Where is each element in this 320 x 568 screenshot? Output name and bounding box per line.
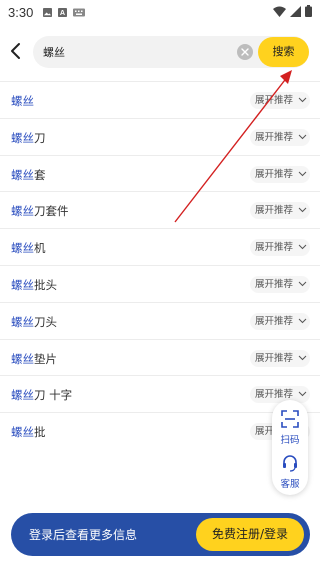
list-item-label: 螺丝机 xyxy=(11,241,46,256)
list-item-label: 螺丝垫片 xyxy=(11,351,57,366)
chevron-down-icon xyxy=(298,281,307,287)
scan-icon xyxy=(281,410,299,428)
list-item-label: 螺丝套 xyxy=(11,167,46,182)
list-item[interactable]: 螺丝刀 展开推荐 xyxy=(0,117,320,155)
chevron-down-icon xyxy=(298,318,307,323)
suggestion-list: 螺丝 展开推荐 螺丝刀 展开推荐 螺丝套 展开推荐 螺丝刀套件 展开推荐 螺丝机… xyxy=(0,81,320,449)
keyboard-icon xyxy=(73,8,86,16)
expand-recommend-button[interactable]: 展开推荐 xyxy=(250,312,310,330)
list-item[interactable]: 螺丝垫片 展开推荐 xyxy=(0,338,320,376)
list-item[interactable]: 螺丝套 展开推荐 xyxy=(0,154,320,192)
a-icon: A xyxy=(58,7,68,17)
chevron-down-icon xyxy=(298,134,307,140)
headset-icon xyxy=(283,455,297,472)
chevron-down-icon xyxy=(298,208,307,213)
battery-icon xyxy=(305,5,312,17)
chevron-down-icon xyxy=(298,392,307,397)
list-item-label: 螺丝批头 xyxy=(11,277,57,292)
list-item-label: 螺丝刀 十字 xyxy=(11,388,73,403)
list-item-label: 螺丝刀 xyxy=(11,130,46,145)
expand-recommend-button[interactable]: 展开推荐 xyxy=(250,275,310,293)
list-item[interactable]: 螺丝机 展开推荐 xyxy=(0,228,320,265)
svg-text:A: A xyxy=(60,8,65,17)
scan-button[interactable]: 扫码 xyxy=(272,404,308,448)
list-item-label: 螺丝刀头 xyxy=(11,314,57,329)
expand-recommend-button[interactable]: 展开推荐 xyxy=(250,202,310,220)
scan-label: 扫码 xyxy=(280,435,300,446)
status-bar: 3:30 A xyxy=(0,0,320,24)
list-item[interactable]: 螺丝刀套件 展开推荐 xyxy=(0,191,320,228)
search-header: 搜索 xyxy=(0,30,320,74)
expand-recommend-button[interactable]: 展开推荐 xyxy=(250,92,310,109)
search-input[interactable] xyxy=(43,42,233,62)
image-icon xyxy=(43,7,53,17)
signal-icon xyxy=(290,5,301,17)
clear-icon[interactable] xyxy=(237,44,253,60)
search-button[interactable]: 搜索 xyxy=(258,37,309,67)
list-item[interactable]: 螺丝刀头 展开推荐 xyxy=(0,301,320,339)
expand-recommend-button[interactable]: 展开推荐 xyxy=(250,239,310,257)
status-time: 3:30 xyxy=(8,4,34,20)
service-label: 客服 xyxy=(280,479,300,490)
customer-service-button[interactable]: 客服 xyxy=(272,448,308,492)
search-box[interactable]: 搜索 xyxy=(33,36,309,68)
expand-recommend-button[interactable]: 展开推荐 xyxy=(250,386,310,404)
chevron-down-icon xyxy=(298,97,307,103)
login-prompt-text: 登录后查看更多信息 xyxy=(29,528,138,542)
list-item[interactable]: 螺丝批头 展开推荐 xyxy=(0,264,320,302)
expand-recommend-button[interactable]: 展开推荐 xyxy=(250,165,310,183)
chevron-down-icon xyxy=(298,355,307,360)
register-login-button[interactable]: 免费注册/登录 xyxy=(196,518,304,551)
expand-recommend-button[interactable]: 展开推荐 xyxy=(250,349,310,367)
back-arrow-icon[interactable] xyxy=(6,40,26,62)
list-item-label: 螺丝批 xyxy=(11,425,46,440)
wifi-icon xyxy=(273,6,286,17)
list-item-label: 螺丝刀套件 xyxy=(11,204,69,219)
login-banner: 登录后查看更多信息 免费注册/登录 xyxy=(11,513,310,556)
expand-recommend-button[interactable]: 展开推荐 xyxy=(250,128,310,146)
list-item[interactable]: 螺丝 展开推荐 xyxy=(0,81,320,118)
list-item-label: 螺丝 xyxy=(11,94,34,108)
chevron-down-icon xyxy=(298,171,307,176)
chevron-down-icon xyxy=(298,244,307,250)
floating-side-panel: 扫码 客服 xyxy=(272,400,308,495)
